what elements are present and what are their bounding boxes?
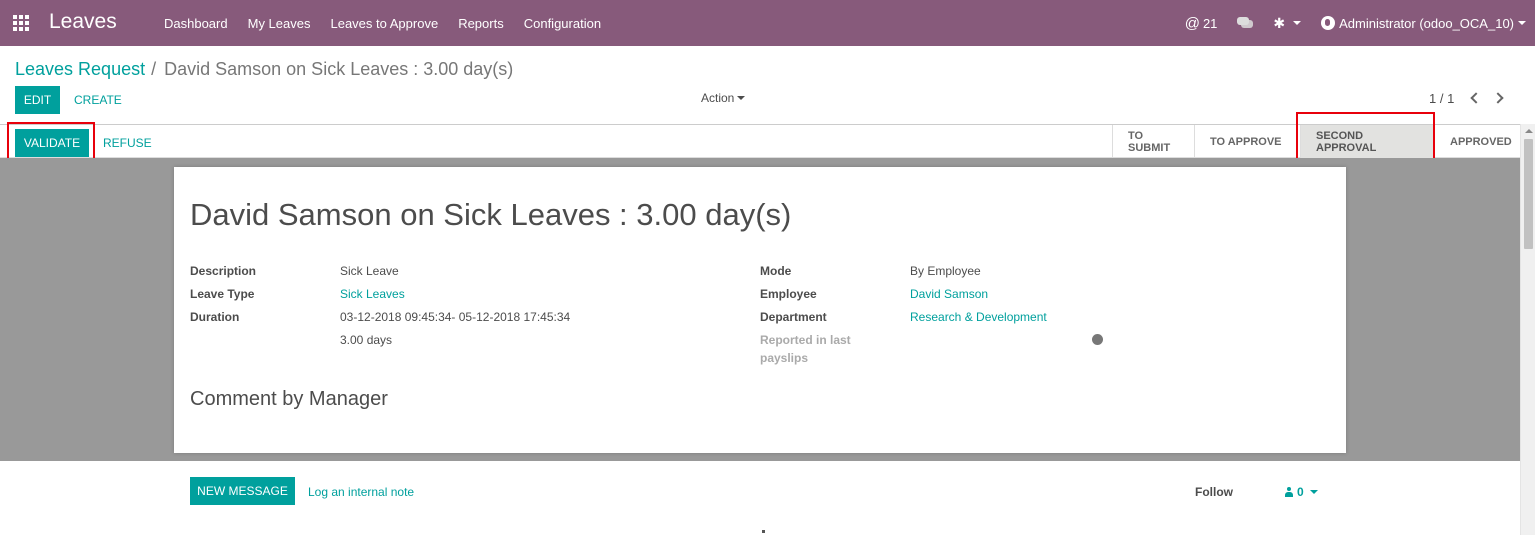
followers-count: 0	[1297, 485, 1304, 499]
user-name: Administrator (odoo_OCA_10)	[1339, 15, 1514, 31]
chevron-left-icon[interactable]	[1470, 92, 1482, 104]
breadcrumb-separator: /	[151, 59, 157, 79]
scrollbar-thumb[interactable]	[1524, 139, 1533, 249]
chevron-right-icon[interactable]	[1492, 92, 1504, 104]
employee-link[interactable]: David Samson	[910, 287, 988, 301]
systray: @ 21 ✱ Administrator (odoo_OCA_10)	[1185, 0, 1535, 46]
chat-icon[interactable]	[1237, 17, 1254, 29]
breadcrumb: Leaves Request / David Samson on Sick Le…	[15, 59, 513, 80]
followers-dropdown[interactable]: 0	[1285, 485, 1318, 499]
pager-value[interactable]: 1 / 1	[1429, 91, 1454, 106]
action-label: Action	[701, 91, 735, 105]
chevron-down-icon	[1518, 21, 1526, 25]
reported-label-line2: payslips	[760, 351, 809, 365]
menu-item-dashboard[interactable]: Dashboard	[164, 16, 228, 31]
mentions-button[interactable]: @ 21	[1185, 15, 1218, 32]
debug-menu-button[interactable]: ✱	[1273, 14, 1302, 32]
description-field: Sick Leave	[340, 264, 399, 278]
menu-item-my-leaves[interactable]: My Leaves	[248, 16, 311, 31]
employee-label: Employee	[760, 287, 817, 301]
number-of-days-field: 3.00 days	[340, 333, 393, 347]
chevron-down-icon	[737, 96, 746, 100]
duration-label: Duration	[190, 310, 240, 324]
menu-item-leaves-to-approve[interactable]: Leaves to Approve	[330, 16, 438, 31]
refuse-button[interactable]: REFUSE	[103, 136, 152, 150]
create-button[interactable]: CREATE	[74, 93, 122, 107]
form-statusbar: VALIDATE REFUSE TO SUBMIT TO APPROVE SEC…	[0, 124, 1520, 158]
description-label: Description	[190, 264, 257, 278]
apps-menu-icon[interactable]	[13, 15, 31, 31]
log-note-button[interactable]: Log an internal note	[308, 485, 414, 499]
app-brand: Leaves	[49, 10, 117, 33]
user-menu[interactable]: Administrator (odoo_OCA_10)	[1321, 16, 1526, 31]
top-navbar: Leaves Dashboard My Leaves Leaves to App…	[0, 0, 1535, 46]
user-avatar-icon	[1321, 16, 1336, 30]
stage-to-submit[interactable]: TO SUBMIT	[1112, 125, 1194, 158]
chevron-down-icon	[1309, 490, 1318, 494]
scroll-up-icon[interactable]	[1525, 129, 1533, 133]
form-sheet: David Samson on Sick Leaves : 3.00 day(s…	[174, 167, 1346, 453]
stage-second-approval[interactable]: SECOND APPROVAL	[1300, 125, 1434, 158]
divider-mark	[762, 530, 765, 533]
menu-item-configuration[interactable]: Configuration	[524, 16, 601, 31]
action-dropdown[interactable]: Action	[701, 91, 746, 105]
duration-field: 03-12-2018 09:45:34- 05-12-2018 17:45:34	[340, 310, 571, 324]
user-icon	[1285, 487, 1293, 497]
vertical-scrollbar[interactable]	[1520, 124, 1535, 535]
validate-button[interactable]: VALIDATE	[15, 129, 89, 157]
department-link[interactable]: Research & Development	[910, 310, 1047, 324]
menu-item-reports[interactable]: Reports	[458, 16, 504, 31]
leave-type-label: Leave Type	[190, 287, 255, 301]
leave-type-link[interactable]: Sick Leaves	[340, 287, 405, 301]
breadcrumb-current: David Samson on Sick Leaves : 3.00 day(s…	[164, 59, 514, 79]
chevron-down-icon	[1293, 21, 1302, 25]
at-icon: @	[1184, 14, 1200, 32]
mode-label: Mode	[760, 264, 792, 278]
mode-field: By Employee	[910, 264, 981, 278]
reported-status-indicator	[1092, 334, 1103, 345]
stage-to-approve[interactable]: TO APPROVE	[1194, 125, 1300, 158]
comment-section-title: Comment by Manager	[190, 388, 388, 410]
status-stages: TO SUBMIT TO APPROVE SECOND APPROVAL APP…	[1112, 125, 1520, 158]
stage-approved[interactable]: APPROVED	[1434, 125, 1520, 158]
reported-label-line1: Reported in last	[760, 333, 851, 347]
edit-button[interactable]: EDIT	[15, 86, 60, 114]
mention-count: 21	[1202, 15, 1218, 31]
record-title: David Samson on Sick Leaves : 3.00 day(s…	[190, 197, 792, 232]
new-message-button[interactable]: NEW MESSAGE	[190, 477, 295, 505]
follow-button[interactable]: Follow	[1195, 485, 1233, 499]
main-menu: Dashboard My Leaves Leaves to Approve Re…	[164, 0, 621, 46]
department-label: Department	[760, 310, 827, 324]
bug-icon: ✱	[1273, 14, 1286, 31]
breadcrumb-parent[interactable]: Leaves Request	[15, 59, 145, 80]
